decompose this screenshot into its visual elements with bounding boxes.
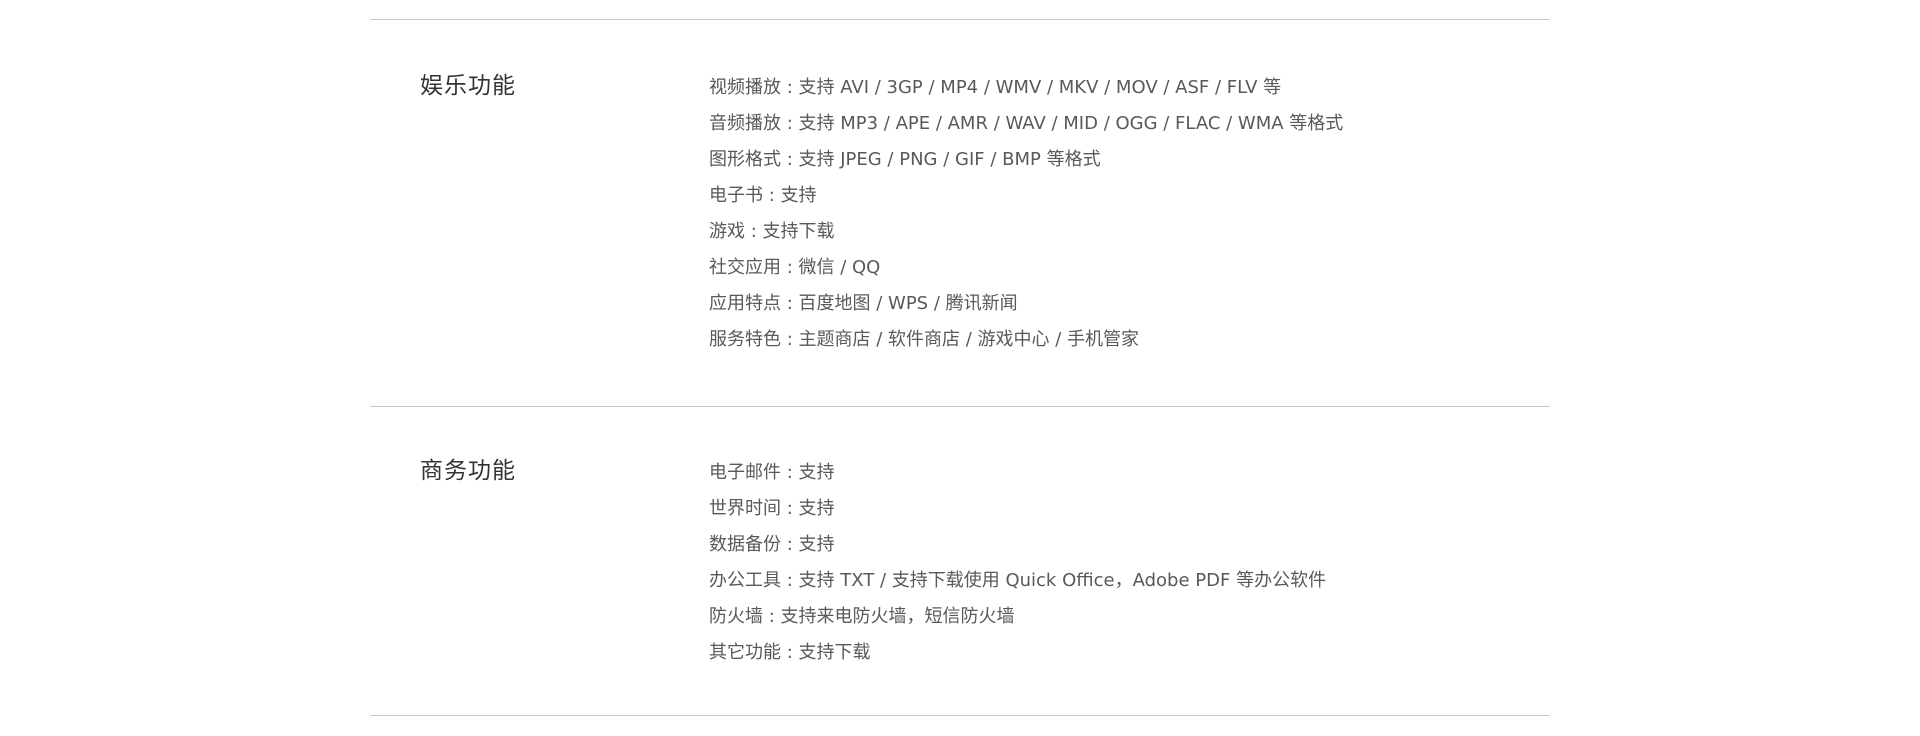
section-entertainment: 娱乐功能 视频播放 : 支持 AVI / 3GP / MP4 / WMV / M… (370, 20, 1550, 406)
spec-container: 娱乐功能 视频播放 : 支持 AVI / 3GP / MP4 / WMV / M… (370, 0, 1550, 716)
spec-firewall: 防火墙 : 支持来电防火墙，短信防火墙 (709, 606, 1015, 627)
spec-list-entertainment: 视频播放 : 支持 AVI / 3GP / MP4 / WMV / MKV / … (709, 70, 1343, 358)
spec-social-apps: 社交应用 : 微信 / QQ (709, 257, 881, 278)
section-title-business: 商务功能 (420, 458, 516, 484)
section-business: 商务功能 电子邮件 : 支持 世界时间 : 支持 数据备份 : 支持 办公工具 … (370, 407, 1550, 715)
spec-games: 游戏 : 支持下载 (709, 221, 835, 242)
spec-data-backup: 数据备份 : 支持 (709, 534, 835, 555)
section-title-entertainment: 娱乐功能 (420, 73, 516, 99)
spec-other-functions: 其它功能 : 支持下载 (709, 642, 871, 663)
spec-image-format: 图形格式 : 支持 JPEG / PNG / GIF / BMP 等格式 (709, 149, 1101, 170)
spec-ebook: 电子书 : 支持 (709, 185, 817, 206)
spec-service-features: 服务特色 : 主题商店 / 软件商店 / 游戏中心 / 手机管家 (709, 329, 1140, 350)
spec-email: 电子邮件 : 支持 (709, 462, 835, 483)
spec-office-tools: 办公工具 : 支持 TXT / 支持下载使用 Quick Office，Adob… (709, 570, 1327, 591)
spec-app-features: 应用特点 : 百度地图 / WPS / 腾讯新闻 (709, 293, 1018, 314)
spec-video-playback: 视频播放 : 支持 AVI / 3GP / MP4 / WMV / MKV / … (709, 77, 1282, 98)
spec-world-time: 世界时间 : 支持 (709, 498, 835, 519)
spec-list-business: 电子邮件 : 支持 世界时间 : 支持 数据备份 : 支持 办公工具 : 支持 … (709, 455, 1326, 671)
divider-bottom (370, 715, 1550, 716)
spec-audio-playback: 音频播放 : 支持 MP3 / APE / AMR / WAV / MID / … (709, 113, 1344, 134)
